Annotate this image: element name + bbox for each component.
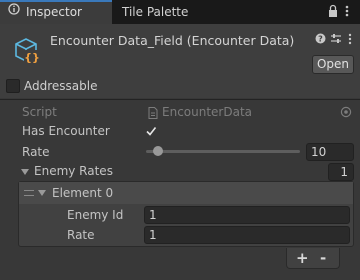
drag-handle-icon[interactable] xyxy=(24,190,34,196)
tab-tile-palette-label: Tile Palette xyxy=(122,5,189,19)
scriptable-object-icon: {} xyxy=(12,36,42,69)
preset-sliders-icon[interactable] xyxy=(330,33,342,48)
list-footer xyxy=(286,248,340,269)
element-rate-label: Rate xyxy=(67,228,95,242)
script-field: EncounterData xyxy=(144,104,354,121)
tab-tile-palette[interactable]: Tile Palette xyxy=(122,0,188,24)
element-rate-input[interactable]: 1 xyxy=(144,226,350,244)
script-file-icon xyxy=(148,107,158,122)
open-button[interactable]: Open xyxy=(312,55,354,74)
addressable-checkbox[interactable] xyxy=(6,79,20,93)
lock-icon[interactable] xyxy=(328,4,338,22)
element-0-label[interactable]: Element 0 xyxy=(52,186,113,200)
component-header: {} Encounter Data_Field (Encounter Data)… xyxy=(0,24,360,76)
rate-slider-track[interactable] xyxy=(146,150,300,153)
svg-text:?: ? xyxy=(318,35,323,44)
more-icon[interactable] xyxy=(348,33,352,49)
enemy-rates-label[interactable]: Enemy Rates xyxy=(34,164,113,178)
enemy-id-label: Enemy Id xyxy=(67,208,124,222)
rate-slider-thumb[interactable] xyxy=(153,146,164,156)
component-title: Encounter Data_Field (Encounter Data) xyxy=(50,33,295,48)
add-element-button[interactable]: + xyxy=(296,248,309,268)
help-icon[interactable]: ? xyxy=(315,33,326,48)
script-value: EncounterData xyxy=(162,105,253,119)
tab-inspector[interactable]: Inspector xyxy=(0,0,112,24)
object-picker-icon xyxy=(340,106,352,121)
kebab-menu-icon[interactable] xyxy=(345,4,349,22)
has-encounter-checkbox[interactable] xyxy=(144,124,158,138)
rate-input[interactable]: 10 xyxy=(306,143,354,161)
divider xyxy=(0,99,360,100)
window-tab-bar: Inspector Tile Palette xyxy=(0,0,360,24)
inspector-info-icon xyxy=(8,1,20,22)
enemy-rates-count[interactable]: 1 xyxy=(328,163,354,181)
addressable-label: Addressable xyxy=(24,79,98,93)
element-foldout-arrow-icon[interactable] xyxy=(38,190,46,196)
script-label: Script xyxy=(22,105,57,119)
rate-label: Rate xyxy=(22,145,50,159)
tab-inspector-label: Inspector xyxy=(26,5,82,19)
enemy-id-input[interactable]: 1 xyxy=(144,206,350,224)
remove-element-button[interactable]: - xyxy=(320,248,326,268)
svg-text:{}: {} xyxy=(24,51,40,64)
foldout-arrow-icon[interactable] xyxy=(21,169,29,175)
addressable-row: Addressable xyxy=(0,76,360,98)
checkmark-icon xyxy=(145,127,157,140)
has-encounter-label: Has Encounter xyxy=(22,124,110,138)
